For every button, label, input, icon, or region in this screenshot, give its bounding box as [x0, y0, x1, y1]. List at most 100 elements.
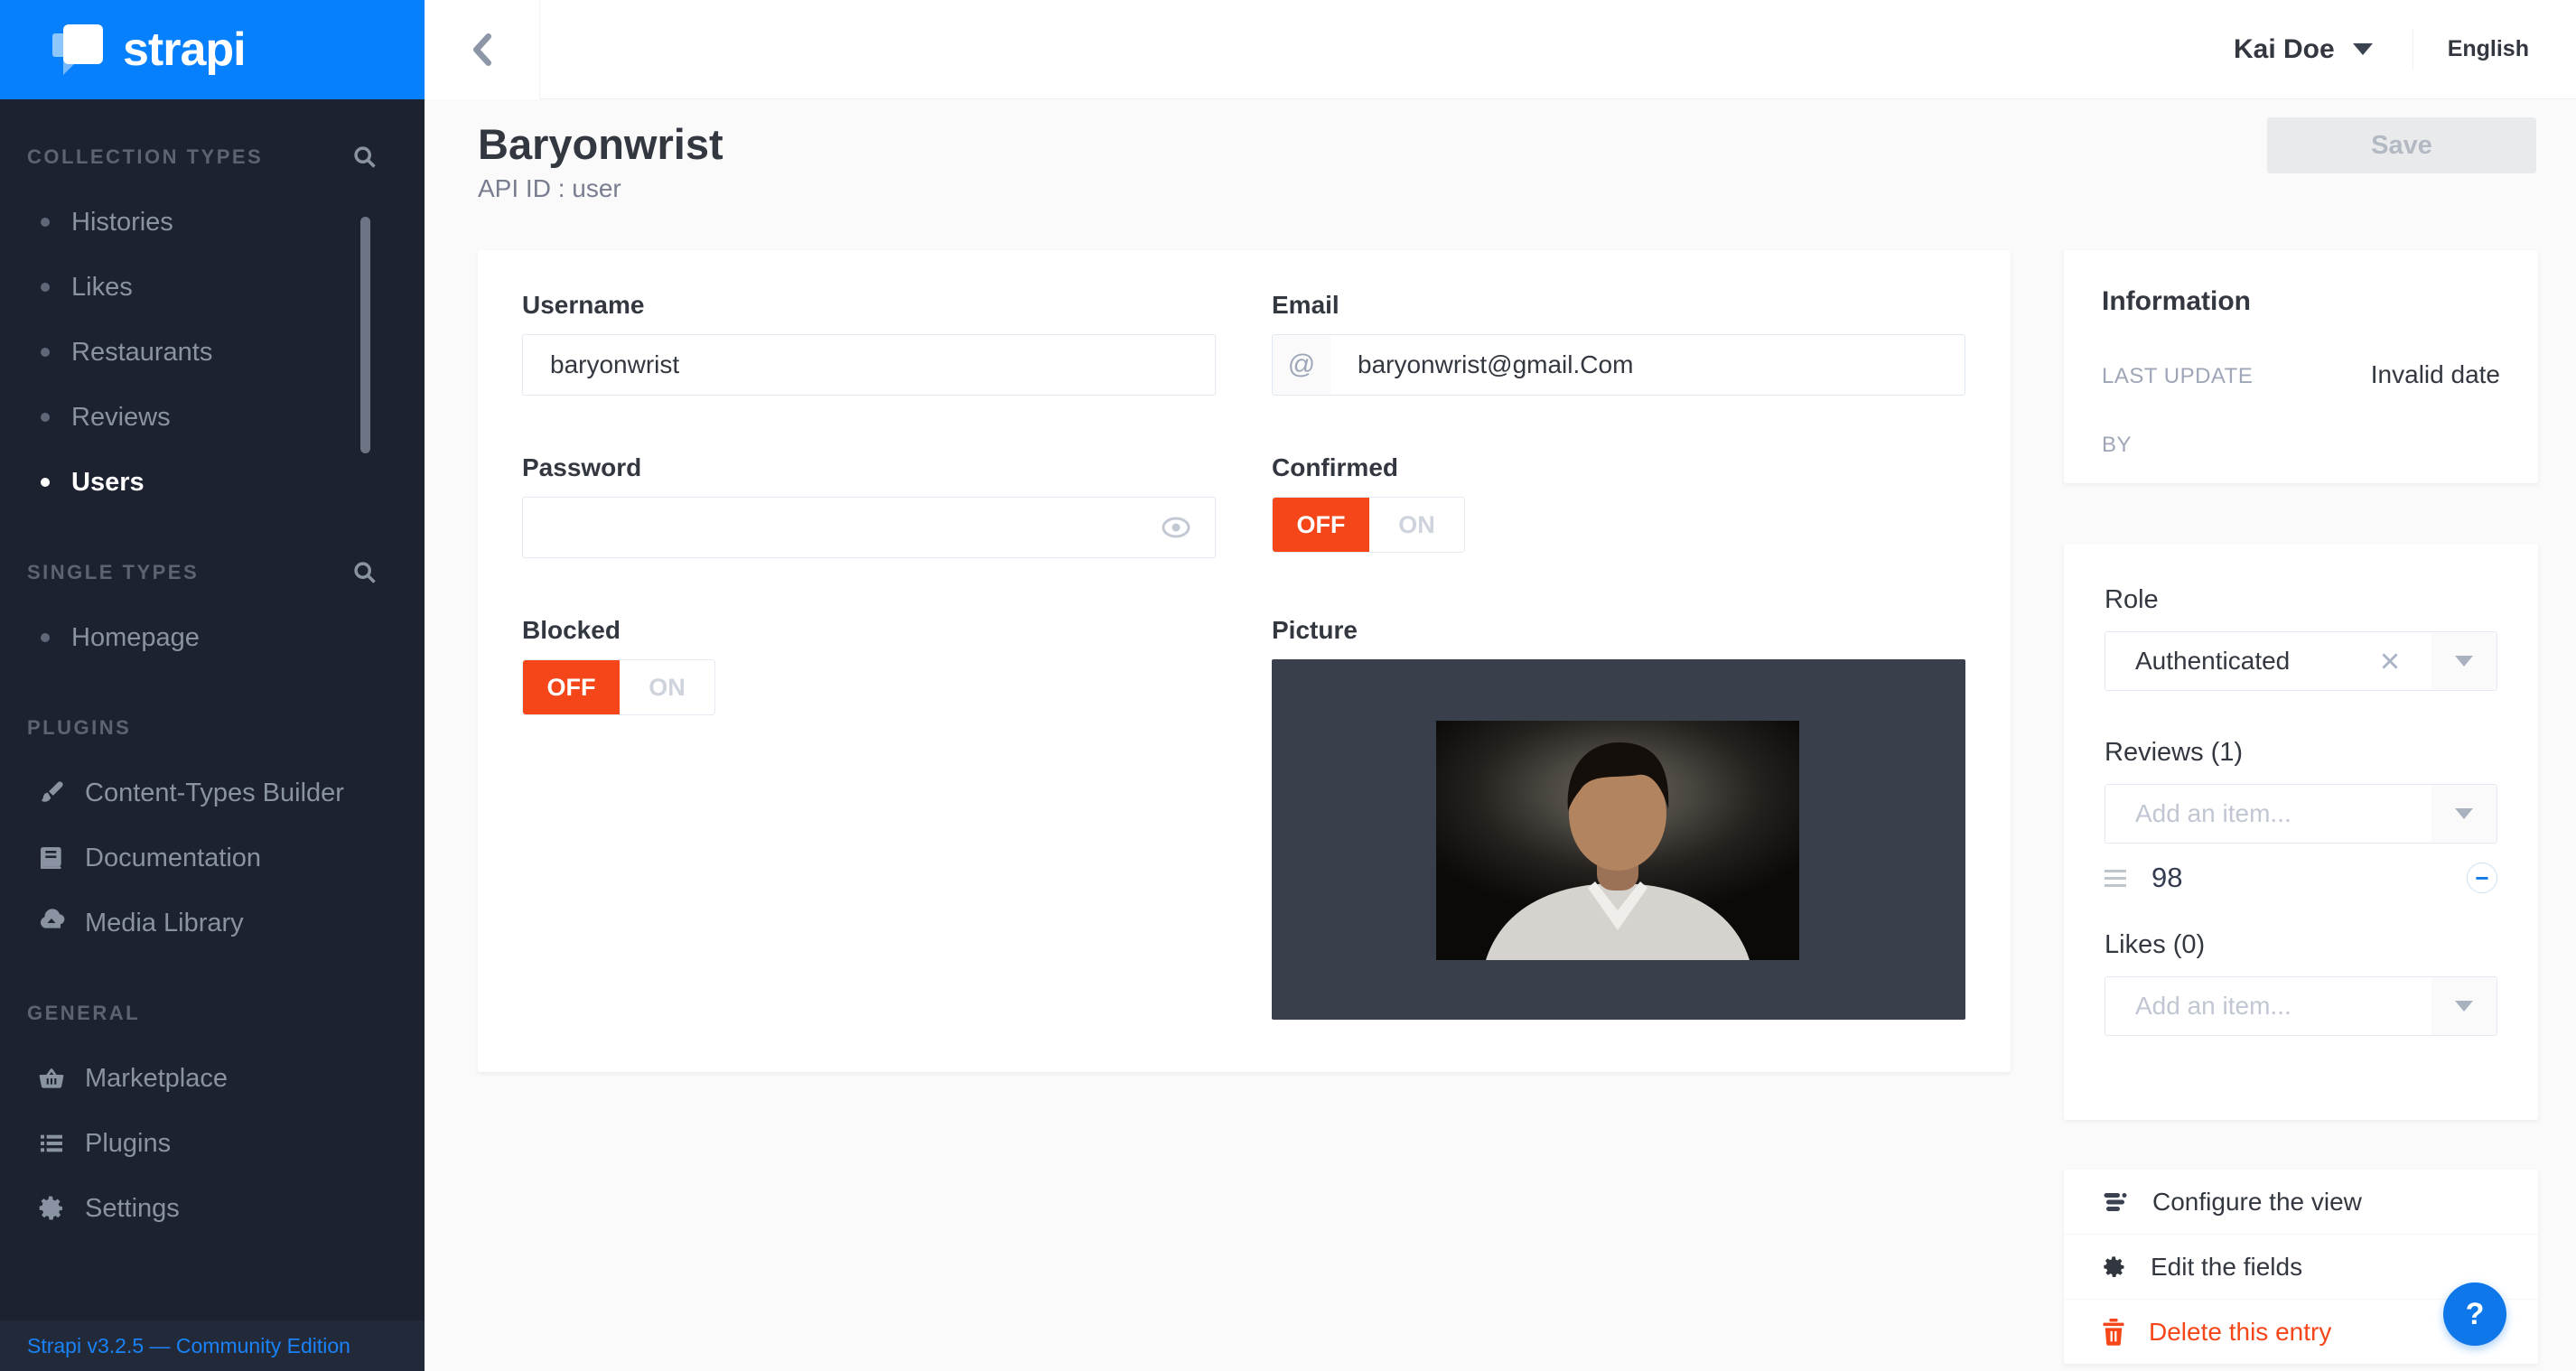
role-select-caret-zone[interactable] [2431, 632, 2497, 690]
chevron-down-icon [2455, 656, 2473, 667]
picture-preview[interactable] [1272, 659, 1965, 1020]
username-input[interactable] [523, 335, 1215, 395]
content-area: Baryonwrist API ID : user Save Username … [425, 99, 2576, 1371]
sidebar-item-users[interactable]: Users [0, 450, 425, 515]
configure-view-link[interactable]: Configure the view [2064, 1170, 2538, 1235]
sidebar-item-label: Media Library [85, 909, 244, 938]
reviews-add-item-select[interactable]: Add an item... [2105, 784, 2497, 844]
sidebar-item-content-types-builder[interactable]: Content-Types Builder [0, 760, 425, 825]
basket-icon [36, 1064, 67, 1093]
section-single-types: SINGLE TYPES Homepage [0, 555, 425, 670]
toggle-off-segment[interactable]: OFF [523, 660, 620, 714]
blocked-field-group: Blocked OFF ON [522, 616, 1216, 1020]
likes-select-caret-zone[interactable] [2431, 977, 2497, 1035]
toggle-on-segment[interactable]: ON [620, 660, 714, 714]
page-title: Baryonwrist [478, 119, 723, 169]
toggle-password-visibility-button[interactable] [1161, 516, 1191, 539]
general-title: GENERAL [27, 1002, 140, 1025]
eye-icon [1161, 528, 1191, 542]
single-types-title: SINGLE TYPES [27, 561, 199, 584]
picture-field-group: Picture [1272, 616, 1965, 1020]
strapi-admin-screen: strapi COLLECTION TYPES Histories Likes … [0, 0, 2576, 1371]
password-input[interactable] [523, 498, 1215, 557]
user-menu[interactable]: Kai Doe [2234, 34, 2373, 65]
sidebar-item-media-library[interactable]: Media Library [0, 891, 425, 956]
sidebar-item-label: Users [71, 468, 145, 498]
collection-types-title: COLLECTION TYPES [27, 145, 263, 169]
email-field-group: Email @ [1272, 291, 1965, 396]
sidebar-item-homepage[interactable]: Homepage [0, 605, 425, 670]
bullet-icon [41, 218, 50, 227]
sidebar-item-documentation[interactable]: Documentation [0, 825, 425, 891]
chevron-down-icon [2455, 1001, 2473, 1012]
topbar: Kai Doe English [425, 0, 2576, 99]
reviews-select-caret-zone[interactable] [2431, 785, 2497, 843]
confirmed-field-group: Confirmed OFF ON [1272, 453, 1965, 558]
sidebar-item-marketplace[interactable]: Marketplace [0, 1046, 425, 1111]
role-value: Authenticated [2105, 647, 2290, 676]
sidebar-item-label: Content-Types Builder [85, 779, 344, 808]
confirmed-label: Confirmed [1272, 453, 1965, 486]
password-label: Password [522, 453, 1216, 486]
toggle-on-segment[interactable]: ON [1369, 498, 1464, 552]
blocked-toggle[interactable]: OFF ON [522, 659, 715, 715]
username-field-group: Username [522, 291, 1216, 396]
role-select[interactable]: Authenticated [2105, 631, 2497, 691]
bullet-icon [41, 478, 50, 487]
back-button[interactable] [425, 0, 540, 99]
list-icon [36, 1129, 67, 1158]
drag-handle-icon[interactable] [2105, 870, 2126, 887]
delete-entry-label: Delete this entry [2149, 1318, 2331, 1347]
cloud-upload-icon [36, 908, 67, 938]
portrait-illustration [1436, 721, 1799, 960]
blocked-label: Blocked [522, 616, 1216, 648]
sidebar-item-label: Marketplace [85, 1064, 228, 1094]
clear-role-button[interactable] [2378, 649, 2402, 673]
sidebar-item-plugins[interactable]: Plugins [0, 1111, 425, 1176]
sidebar-item-label: Plugins [85, 1129, 171, 1159]
search-icon[interactable] [352, 560, 378, 585]
sidebar-scrollbar-thumb[interactable] [360, 217, 370, 453]
sidebar-item-label: Reviews [71, 403, 171, 433]
logo-bar[interactable]: strapi [0, 0, 425, 99]
sidebar: strapi COLLECTION TYPES Histories Likes … [0, 0, 425, 1371]
remove-review-button[interactable]: − [2467, 863, 2497, 893]
locale-label[interactable]: English [2448, 36, 2529, 62]
bullet-icon [41, 633, 50, 642]
toggle-off-segment[interactable]: OFF [1273, 498, 1369, 552]
trash-icon [2102, 1319, 2125, 1346]
email-input[interactable] [1330, 335, 1965, 395]
sidebar-item-label: Likes [71, 273, 133, 303]
version-link[interactable]: Strapi v3.2.5 — Community Edition [27, 1334, 350, 1358]
picture-label: Picture [1272, 616, 1965, 648]
last-update-label: LAST UPDATE [2102, 364, 2253, 389]
likes-placeholder: Add an item... [2105, 992, 2291, 1021]
sidebar-item-label: Settings [85, 1194, 180, 1224]
chevron-down-icon [2455, 808, 2473, 819]
configure-view-label: Configure the view [2152, 1188, 2362, 1217]
sidebar-item-label: Documentation [85, 844, 261, 873]
logo-text: strapi [123, 23, 246, 77]
user-portrait-image [1436, 721, 1799, 960]
search-icon[interactable] [352, 145, 378, 170]
information-title: Information [2102, 286, 2500, 317]
user-name: Kai Doe [2234, 34, 2335, 65]
at-icon: @ [1273, 335, 1330, 395]
sidebar-item-settings[interactable]: Settings [0, 1176, 425, 1241]
confirmed-toggle[interactable]: OFF ON [1272, 497, 1465, 553]
sidebar-item-label: Homepage [71, 623, 200, 653]
likes-add-item-select[interactable]: Add an item... [2105, 976, 2497, 1036]
section-plugins: PLUGINS Content-Types Builder Documentat… [0, 710, 425, 956]
save-button[interactable]: Save [2267, 117, 2536, 173]
information-card: Information LAST UPDATE Invalid date BY [2064, 250, 2538, 483]
relations-card: Role Authenticated Reviews (1) Add an it… [2064, 544, 2538, 1120]
reviews-label: Reviews (1) [2105, 738, 2497, 768]
help-button[interactable]: ? [2443, 1282, 2506, 1346]
chevron-left-icon [469, 32, 496, 68]
likes-label: Likes (0) [2105, 930, 2497, 960]
password-field-group: Password [522, 453, 1216, 558]
review-list-item[interactable]: 98 − [2105, 844, 2497, 912]
sliders-icon [2102, 1190, 2129, 1214]
by-label: BY [2102, 433, 2132, 458]
edit-fields-label: Edit the fields [2151, 1253, 2302, 1282]
